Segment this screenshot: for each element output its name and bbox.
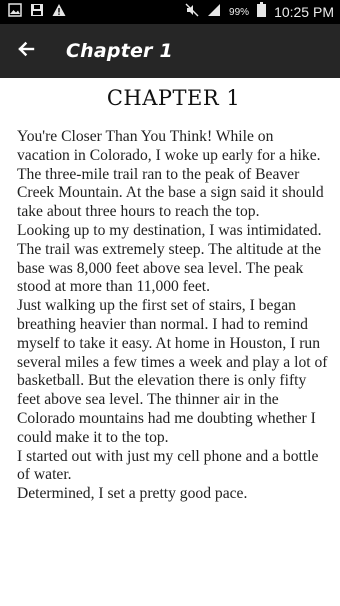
save-icon — [30, 3, 44, 22]
paragraph: I started out with just my cell phone an… — [17, 447, 319, 484]
signal-icon — [207, 3, 221, 22]
system-icons: 99% 10:25 PM — [185, 2, 334, 22]
warning-icon — [52, 3, 66, 22]
paragraph: Just walking up the first set of stairs,… — [17, 297, 328, 446]
page-title: Chapter 1 — [66, 40, 173, 62]
battery-icon — [257, 2, 267, 22]
paragraph: Looking up to my destination, I was inti… — [17, 221, 322, 296]
paragraph: The three-mile trail ran to the peak of … — [17, 165, 324, 221]
image-icon — [8, 2, 22, 22]
app-bar: Chapter 1 — [0, 24, 340, 78]
paragraph: Determined, I set a pretty good pace. — [17, 485, 248, 503]
status-time: 10:25 PM — [274, 4, 334, 20]
chapter-heading: CHAPTER 1 — [106, 86, 241, 110]
back-button[interactable] — [0, 24, 52, 78]
arrow-left-icon — [17, 40, 35, 62]
battery-percent: 99% — [229, 6, 250, 18]
chapter-content: CHAPTER 1 You're Closer Than You Think! … — [0, 78, 340, 606]
paragraph: You're Closer Than You Think! While on v… — [17, 128, 321, 164]
mute-icon — [185, 3, 199, 22]
status-bar: 99% 10:25 PM — [0, 0, 340, 24]
notification-icons — [8, 2, 66, 22]
